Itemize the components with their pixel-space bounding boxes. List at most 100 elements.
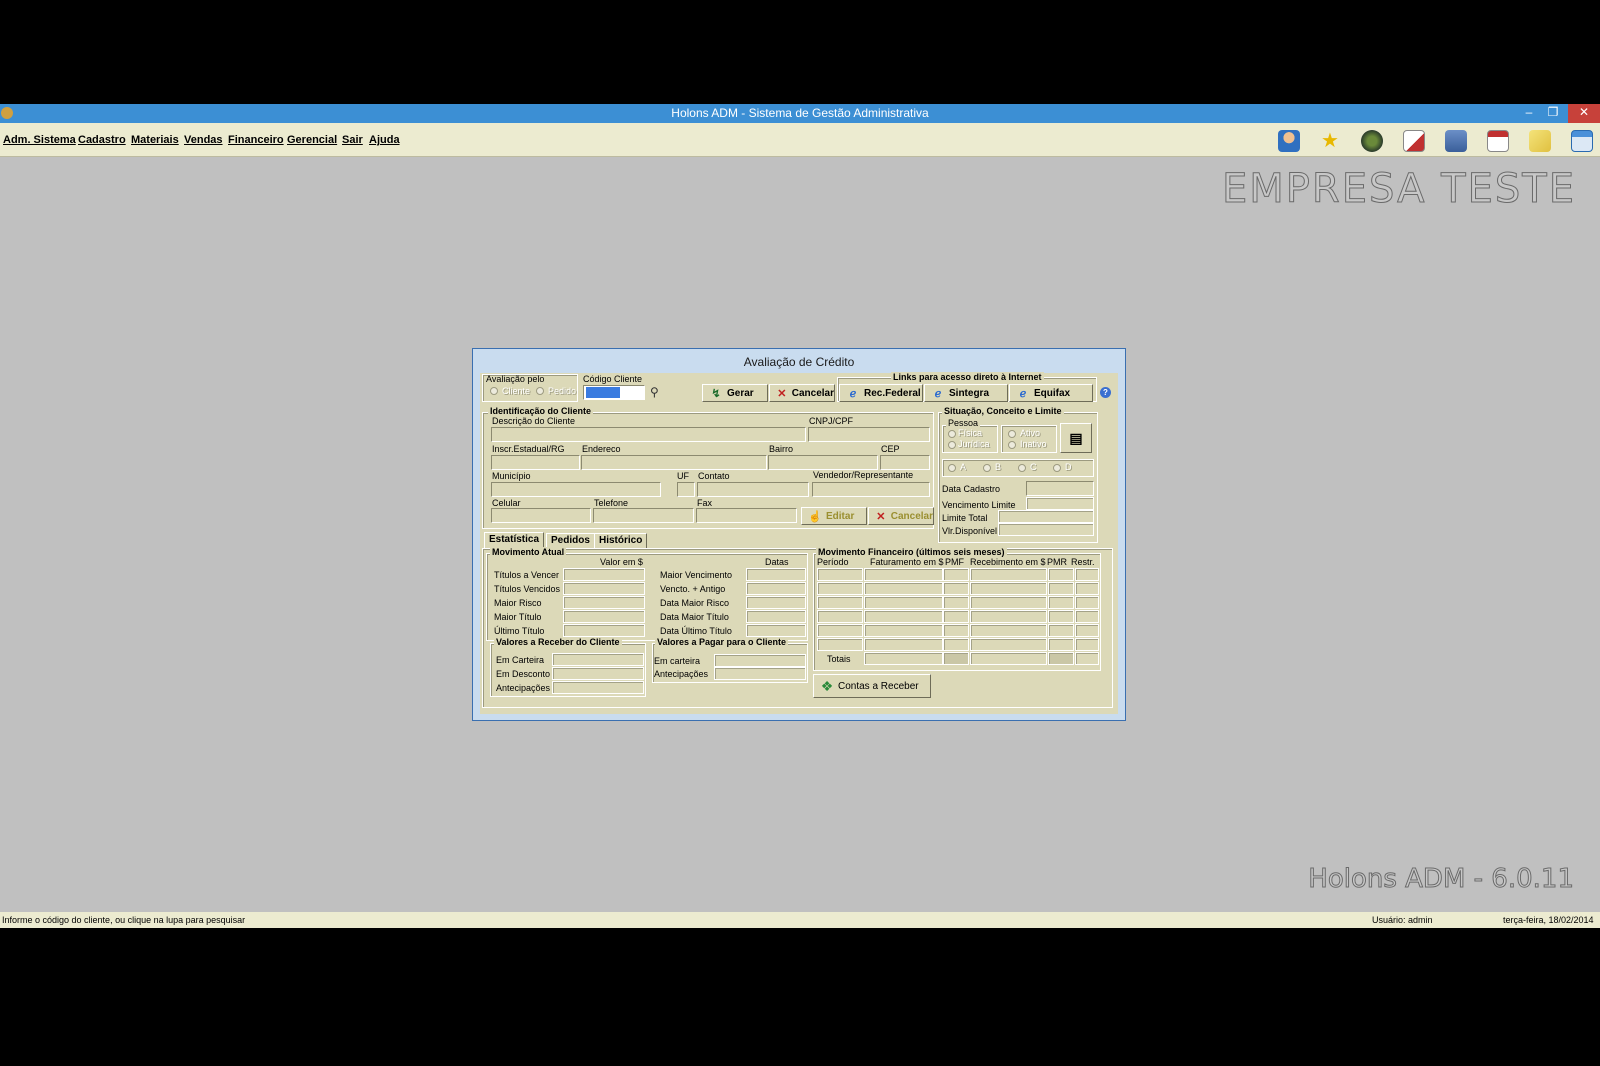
municipio-field[interactable]: [491, 482, 661, 497]
contas-receber-button[interactable]: ❖ Contas a Receber: [813, 674, 931, 698]
cancelar-edicao-button[interactable]: ✕ Cancelar: [868, 507, 934, 525]
vencto-antigo-label: Vencto. + Antigo: [660, 584, 726, 594]
codigo-cliente-input[interactable]: [583, 385, 645, 400]
endereco-field[interactable]: [581, 455, 767, 470]
close-button[interactable]: ✕: [1568, 104, 1600, 123]
gerar-button[interactable]: ↯ Gerar: [702, 384, 768, 402]
radio-conceito-d[interactable]: [1053, 464, 1061, 472]
cancelar-button-label: Cancelar: [791, 387, 834, 399]
calendar-icon[interactable]: [1487, 130, 1509, 152]
input-selection: [586, 387, 620, 398]
financeiro-cell: [1048, 624, 1074, 637]
radio-conceito-b[interactable]: [983, 464, 991, 472]
cancelar-button[interactable]: ✕ Cancelar: [769, 384, 835, 402]
status-bar: Informe o código do cliente, ou clique n…: [0, 912, 1600, 928]
vendedor-field[interactable]: [812, 482, 930, 497]
radio-conceito-d-label: D: [1065, 462, 1072, 472]
financeiro-total-cell: [970, 652, 1047, 665]
data-cadastro-field[interactable]: [1026, 481, 1094, 496]
bairro-field[interactable]: [768, 455, 878, 470]
minimize-button[interactable]: –: [1516, 104, 1542, 123]
menu-ajuda[interactable]: Ajuda: [369, 134, 400, 146]
financeiro-cell: [1048, 596, 1074, 609]
situacao-label: Situação, Conceito e Limite: [942, 406, 1064, 416]
equifax-button[interactable]: ℯ Equifax: [1009, 384, 1093, 402]
star-icon[interactable]: ★: [1319, 130, 1341, 152]
sintegra-button[interactable]: ℯ Sintegra: [924, 384, 1008, 402]
financeiro-cell: [1048, 568, 1074, 581]
financeiro-cell: [817, 582, 863, 595]
data-maior-titulo-value: [746, 610, 806, 623]
notepad-icon[interactable]: [1403, 130, 1425, 152]
titulos-vencer-label: Títulos a Vencer: [494, 570, 560, 580]
rec-federal-button[interactable]: ℯ Rec.Federal: [839, 384, 923, 402]
menu-bar: Adm. Sistema Cadastro Materiais Vendas F…: [0, 123, 1600, 157]
version-label: Holons ADM - 6.0.11: [1308, 864, 1575, 895]
data-maior-titulo-label: Data Maior Título: [660, 612, 729, 622]
vencimento-limite-value: [1026, 497, 1094, 510]
tab-estatistica[interactable]: Estatística: [484, 532, 545, 548]
receber-carteira-value: [552, 653, 644, 666]
tab-historico[interactable]: Histórico: [594, 533, 648, 548]
fax-label: Fax: [697, 498, 713, 508]
user-icon[interactable]: [1278, 130, 1300, 152]
financeiro-total-cell: [1048, 652, 1074, 665]
rec-federal-label: Rec.Federal: [864, 387, 921, 399]
help-icon[interactable]: ?: [1100, 387, 1111, 398]
tab-pedidos[interactable]: Pedidos: [546, 533, 595, 548]
x-icon: ✕: [876, 510, 886, 523]
stack-icon[interactable]: [1445, 130, 1467, 152]
financeiro-cell: [1075, 624, 1099, 637]
menu-sair[interactable]: Sair: [342, 134, 363, 146]
radio-conceito-c[interactable]: [1018, 464, 1026, 472]
inscricao-field[interactable]: [491, 455, 580, 470]
radio-juridica-label: Jurídica: [958, 439, 990, 449]
radio-fisica[interactable]: [948, 430, 956, 438]
financeiro-cell: [970, 582, 1047, 595]
pagar-carteira-label: Em carteira: [654, 656, 701, 666]
cep-field[interactable]: [880, 455, 930, 470]
receber-desconto-value: [552, 667, 644, 680]
financeiro-cell: [1048, 610, 1074, 623]
menu-cadastro[interactable]: Cadastro: [78, 134, 126, 146]
radio-inativo[interactable]: [1008, 441, 1016, 449]
celular-field[interactable]: [491, 508, 591, 523]
maximize-button[interactable]: ❐: [1540, 104, 1566, 123]
uf-field[interactable]: [677, 482, 695, 497]
menu-adm-sistema[interactable]: Adm. Sistema: [3, 134, 76, 146]
editar-button[interactable]: ☝ Editar: [801, 507, 867, 525]
cnpj-label: CNPJ/CPF: [809, 416, 854, 426]
notes-icon[interactable]: [1529, 130, 1551, 152]
gerar-button-label: Gerar: [727, 387, 754, 399]
codigo-cliente-label: Código Cliente: [583, 374, 643, 384]
financeiro-cell: [864, 582, 943, 595]
radio-pedido[interactable]: [536, 387, 544, 395]
descricao-field[interactable]: [491, 427, 806, 442]
menu-vendas[interactable]: Vendas: [184, 134, 223, 146]
datas-header: Datas: [765, 557, 789, 567]
hand-icon: ☝: [808, 510, 822, 523]
menu-materiais[interactable]: Materiais: [131, 134, 179, 146]
radio-cliente[interactable]: [490, 387, 498, 395]
telefone-field[interactable]: [593, 508, 694, 523]
chart-icon[interactable]: ▤: [1060, 423, 1092, 453]
menu-financeiro[interactable]: Financeiro: [228, 134, 284, 146]
financeiro-cell: [970, 638, 1047, 651]
radio-juridica[interactable]: [948, 441, 956, 449]
search-icon[interactable]: ⚲: [650, 385, 659, 399]
radio-ativo[interactable]: [1008, 430, 1016, 438]
radio-conceito-a[interactable]: [948, 464, 956, 472]
financeiro-cell: [1075, 596, 1099, 609]
vlr-disponivel-value: [998, 523, 1094, 536]
financeiro-cell: [864, 610, 943, 623]
menu-gerencial[interactable]: Gerencial: [287, 134, 337, 146]
receber-label: Valores a Receber do Cliente: [494, 637, 622, 647]
window-icon[interactable]: [1571, 130, 1593, 152]
vlr-disponivel-label: Vlr.Disponível: [942, 526, 998, 536]
contato-field[interactable]: [697, 482, 809, 497]
maior-vencimento-value: [746, 568, 806, 581]
radio-ativo-label: Ativo: [1020, 428, 1041, 438]
globe-icon[interactable]: [1361, 130, 1383, 152]
fax-field[interactable]: [696, 508, 797, 523]
cnpj-field[interactable]: [808, 427, 930, 442]
